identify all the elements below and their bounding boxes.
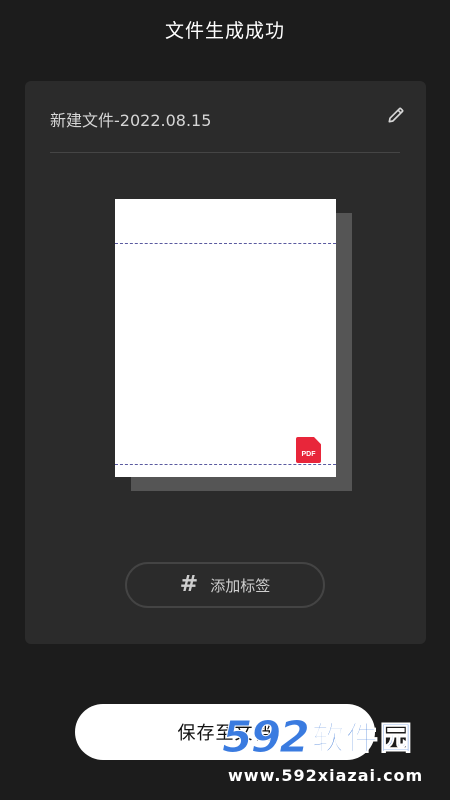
document-preview[interactable]: PDF — [115, 199, 355, 499]
file-name-label: 新建文件-2022.08.15 — [50, 111, 212, 130]
add-tag-button[interactable]: # 添加标签 — [125, 562, 325, 608]
add-tag-label: 添加标签 — [210, 576, 271, 595]
save-to-documents-button[interactable]: 保存至文档 — [75, 704, 375, 760]
page-title: 文件生成成功 — [164, 20, 285, 42]
save-button-label: 保存至文档 — [177, 723, 273, 744]
pdf-badge-label: PDF — [301, 451, 316, 458]
footer-margin-line — [115, 464, 336, 465]
header-margin-line — [115, 243, 336, 244]
edit-name-button[interactable] — [384, 103, 408, 127]
divider — [50, 152, 400, 153]
hash-icon: # — [179, 572, 199, 597]
file-card: 新建文件-2022.08.15 PDF # 添加标签 — [25, 81, 426, 644]
document-page: PDF — [115, 199, 336, 477]
screen: 文件生成成功 新建文件-2022.08.15 PDF # 添加标签 保存至文档 … — [0, 0, 450, 800]
pdf-file-icon: PDF — [296, 437, 321, 463]
pencil-icon — [388, 107, 404, 123]
watermark-url: www.592xiazai.com — [228, 766, 424, 785]
